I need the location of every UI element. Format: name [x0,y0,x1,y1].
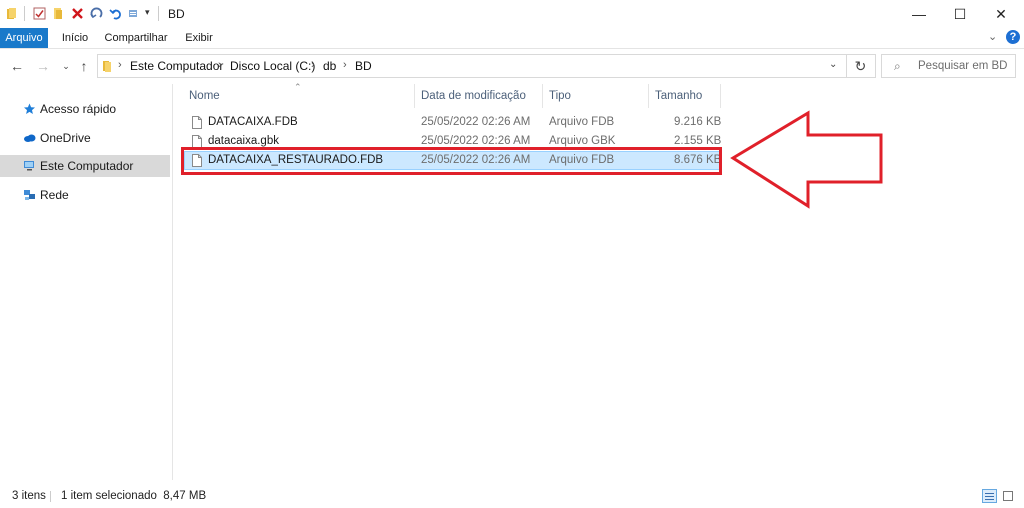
sidebar-item-rede[interactable]: Rede [0,184,170,206]
star-icon [24,103,35,114]
highlight-box [181,147,722,175]
customize-icon[interactable] [128,7,141,20]
close-button[interactable]: ✕ [978,0,1024,28]
maximize-button[interactable]: ☐ [937,0,983,28]
breadcrumb-separator-icon[interactable]: › [218,59,222,71]
ribbon: Arquivo Início Compartilhar Exibir ⌄ ? [0,28,1024,49]
breadcrumb-bd[interactable]: BD [355,59,372,73]
status-bar: 3 itens 1 item selecionado 8,47 MB [0,484,1024,508]
undo-icon[interactable] [109,7,122,20]
red-arrow-annotation [730,110,883,209]
navigation-pane: Acesso rápido OneDrive Este Computador R… [0,84,173,480]
sidebar-item-label: Este Computador [40,159,134,173]
column-header-tamanho[interactable]: Tamanho [655,84,715,108]
forward-arrow-icon[interactable]: → [35,58,51,74]
minimize-button[interactable]: — [896,0,942,28]
large-icons-view-icon[interactable] [1001,489,1016,503]
file-name: DATACAIXA.FDB [208,116,298,128]
sidebar-item-label: Acesso rápido [40,102,117,116]
table-row[interactable]: DATACAIXA.FDB 25/05/2022 02:26 AM Arquiv… [184,113,722,132]
breadcrumb-separator-icon[interactable]: › [118,59,122,71]
network-icon [24,190,35,200]
window-title: BD [168,7,185,21]
chevron-down-icon[interactable]: ▾ [145,7,150,18]
tab-compartilhar[interactable]: Compartilhar [100,28,172,48]
breadcrumb-separator-icon[interactable]: › [311,59,315,71]
delete-icon[interactable] [71,7,84,20]
selection-info: 1 item selecionado 8,47 MB [61,490,207,502]
refresh-button[interactable]: ↻ [846,54,876,78]
column-header-nome[interactable]: Nome [189,84,409,108]
sidebar-item-este-computador[interactable]: Este Computador [0,155,170,177]
breadcrumb-db[interactable]: db [323,59,336,73]
search-input[interactable]: ⌕ Pesquisar em BD [881,54,1016,78]
column-header-data[interactable]: Data de modificação [421,84,541,108]
computer-icon [24,161,34,171]
column-divider[interactable] [414,84,415,108]
tab-arquivo[interactable]: Arquivo [0,28,48,48]
details-view-icon[interactable] [982,489,997,503]
breadcrumb-separator-icon[interactable]: › [343,59,347,71]
file-type: Arquivo FDB [549,116,615,128]
column-divider[interactable] [648,84,649,108]
properties-icon[interactable] [33,7,46,20]
expand-ribbon-icon[interactable]: ⌄ [988,30,997,43]
search-icon: ⌕ [894,59,901,73]
address-dropdown-icon[interactable]: ⌄ [829,59,837,70]
item-count: 3 itens [12,490,46,502]
tab-exibir[interactable]: Exibir [180,28,218,48]
recent-locations-icon[interactable]: ⌄ [58,58,74,74]
help-icon[interactable]: ? [1006,30,1020,44]
file-date: 25/05/2022 02:26 AM [421,116,531,128]
column-divider[interactable] [542,84,543,108]
tab-inicio[interactable]: Início [55,28,95,48]
folder-icon [7,8,16,19]
address-row: ← → ⌄ ↑ › Este Computador › Disco Local … [0,49,1024,83]
column-header-tipo[interactable]: Tipo [549,84,644,108]
sidebar-item-label: Rede [40,188,69,202]
new-folder-icon[interactable] [52,7,65,20]
breadcrumb-disco-local[interactable]: Disco Local (C:) [230,59,315,73]
cloud-icon [24,134,36,142]
column-divider[interactable] [720,84,721,108]
breadcrumb-este-computador[interactable]: Este Computador [130,59,223,73]
file-icon [192,116,202,129]
folder-icon [103,61,111,72]
file-size: 9.216 KB [674,116,722,128]
sidebar-item-acesso-rapido[interactable]: Acesso rápido [0,98,170,120]
search-placeholder: Pesquisar em BD [918,60,1008,72]
back-arrow-icon[interactable]: ← [9,58,25,74]
sidebar-item-onedrive[interactable]: OneDrive [0,127,170,149]
sidebar-item-label: OneDrive [40,131,91,145]
rename-icon[interactable] [90,7,103,20]
title-bar: ▾ BD — ☐ ✕ [0,0,1024,28]
address-bar[interactable]: › Este Computador › Disco Local (C:) › d… [97,54,847,78]
up-arrow-icon[interactable]: ↑ [76,58,92,74]
